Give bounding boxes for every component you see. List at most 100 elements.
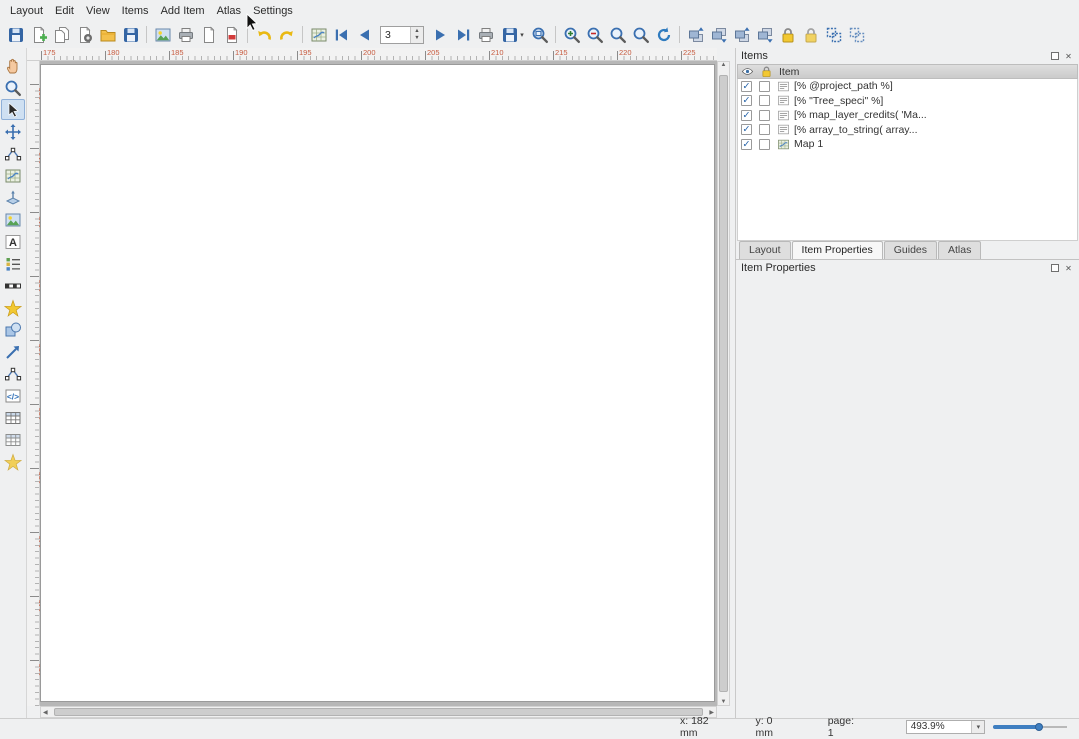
tab-atlas[interactable]: Atlas (938, 241, 981, 259)
new-layout-button[interactable] (27, 23, 50, 46)
page-number-spinbox[interactable]: 3 ▲ ▼ (380, 26, 424, 44)
tab-item-properties[interactable]: Item Properties (792, 241, 883, 259)
layout-manager-button[interactable] (73, 23, 96, 46)
add-3d-map-button[interactable] (1, 187, 25, 208)
add-items-from-template-button[interactable] (96, 23, 119, 46)
select-move-item-button[interactable] (1, 99, 25, 120)
zoom-full-button[interactable] (528, 23, 551, 46)
add-arrow-button[interactable] (1, 341, 25, 362)
atlas-next-feature-button[interactable] (428, 23, 451, 46)
lock-checkbox[interactable] (759, 110, 770, 121)
dropdown-icon[interactable]: ▾ (971, 721, 984, 733)
lower-items-button[interactable] (707, 23, 730, 46)
unlock-items-button[interactable] (799, 23, 822, 46)
tab-layout[interactable]: Layout (739, 241, 791, 259)
atlas-previous-feature-button[interactable] (353, 23, 376, 46)
horizontal-scrollbar-thumb[interactable] (54, 708, 703, 716)
undock-panel-icon[interactable] (1051, 52, 1059, 60)
raise-items-button[interactable] (684, 23, 707, 46)
vertical-scrollbar-thumb[interactable] (719, 75, 728, 692)
add-north-arrow-button[interactable] (1, 297, 25, 318)
move-to-bottom-button[interactable] (753, 23, 776, 46)
menu-add-item[interactable]: Add Item (155, 2, 211, 20)
item-row[interactable]: ✓ Map 1 (738, 137, 1077, 152)
zoom-tool-button[interactable] (1, 77, 25, 98)
item-row[interactable]: ✓ [% array_to_string( array... (738, 123, 1077, 138)
spin-up-icon[interactable]: ▲ (414, 28, 419, 35)
duplicate-layout-button[interactable] (50, 23, 73, 46)
vertical-scrollbar[interactable]: ▲ ▼ (717, 61, 730, 706)
add-scalebar-button[interactable] (1, 275, 25, 296)
zoom-slider-handle[interactable] (1035, 723, 1043, 731)
add-attribute-table-button[interactable] (1, 407, 25, 428)
visibility-checkbox[interactable]: ✓ (741, 139, 752, 150)
zoom-slider[interactable] (993, 721, 1067, 733)
page-number-spin-buttons[interactable]: ▲ ▼ (410, 27, 423, 43)
print-layout-button[interactable] (174, 23, 197, 46)
item-row[interactable]: ✓ [% map_layer_credits( 'Ma... (738, 108, 1077, 123)
zoom-in-button[interactable] (560, 23, 583, 46)
add-map-button[interactable] (1, 165, 25, 186)
save-as-template-button[interactable] (119, 23, 142, 46)
move-to-top-button[interactable] (730, 23, 753, 46)
visibility-checkbox[interactable]: ✓ (741, 110, 752, 121)
group-items-button[interactable] (822, 23, 845, 46)
pan-tool-button[interactable] (1, 55, 25, 76)
close-panel-icon[interactable]: ✕ (1063, 51, 1074, 62)
export-as-pdf-button[interactable] (220, 23, 243, 46)
visibility-checkbox[interactable]: ✓ (741, 95, 752, 106)
add-html-button[interactable] (1, 385, 25, 406)
spin-down-icon[interactable]: ▼ (414, 35, 419, 42)
zoom-width-button[interactable] (629, 23, 652, 46)
scroll-left-icon[interactable]: ◀ (43, 709, 48, 716)
add-node-item-button[interactable] (1, 363, 25, 384)
add-fixed-table-button[interactable] (1, 429, 25, 450)
menu-view[interactable]: View (80, 2, 116, 20)
cursor-y-label: y: 0 mm (756, 715, 792, 739)
print-atlas-button[interactable] (474, 23, 497, 46)
menu-layout[interactable]: Layout (4, 2, 49, 20)
visibility-checkbox[interactable]: ✓ (741, 81, 752, 92)
undock-panel-icon[interactable] (1051, 264, 1059, 272)
tab-guides[interactable]: Guides (884, 241, 937, 259)
close-panel-icon[interactable]: ✕ (1063, 263, 1074, 274)
ungroup-items-button[interactable] (845, 23, 868, 46)
zoom-actual-button[interactable] (606, 23, 629, 46)
lock-checkbox[interactable] (759, 124, 770, 135)
atlas-last-feature-button[interactable] (451, 23, 474, 46)
save-project-button[interactable] (4, 23, 27, 46)
add-label-button[interactable] (1, 231, 25, 252)
export-as-svg-button[interactable] (197, 23, 220, 46)
add-picture-button[interactable] (1, 209, 25, 230)
lock-items-button[interactable] (776, 23, 799, 46)
atlas-first-feature-button[interactable] (330, 23, 353, 46)
visibility-checkbox[interactable]: ✓ (741, 124, 752, 135)
export-atlas-button[interactable]: ▾ (497, 23, 528, 46)
lock-checkbox[interactable] (759, 81, 770, 92)
scroll-up-icon[interactable]: ▲ (721, 62, 727, 68)
atlas-preview-button[interactable] (307, 23, 330, 46)
menu-items[interactable]: Items (116, 2, 155, 20)
horizontal-scrollbar[interactable]: ◀ ▶ (40, 706, 717, 718)
page-number-value[interactable]: 3 (381, 27, 410, 43)
add-marker-button[interactable] (1, 451, 25, 472)
add-legend-button[interactable] (1, 253, 25, 274)
menubar: Layout Edit View Items Add Item Atlas Se… (0, 0, 1079, 21)
redo-button[interactable] (275, 23, 298, 46)
item-row[interactable]: ✓ [% @project_path %] (738, 79, 1077, 94)
export-as-image-button[interactable] (151, 23, 174, 46)
layout-canvas[interactable] (40, 61, 717, 706)
menu-atlas[interactable]: Atlas (211, 2, 247, 20)
edit-nodes-item-button[interactable] (1, 143, 25, 164)
move-item-content-button[interactable] (1, 121, 25, 142)
zoom-out-button[interactable] (583, 23, 606, 46)
zoom-level-combo[interactable]: 493.9% ▾ (906, 720, 986, 734)
scroll-down-icon[interactable]: ▼ (721, 699, 727, 705)
lock-checkbox[interactable] (759, 139, 770, 150)
lock-checkbox[interactable] (759, 95, 770, 106)
add-shape-button[interactable] (1, 319, 25, 340)
refresh-view-button[interactable] (652, 23, 675, 46)
menu-edit[interactable]: Edit (49, 2, 80, 20)
layout-page[interactable] (40, 64, 715, 702)
item-row[interactable]: ✓ [% "Tree_speci" %] (738, 94, 1077, 109)
